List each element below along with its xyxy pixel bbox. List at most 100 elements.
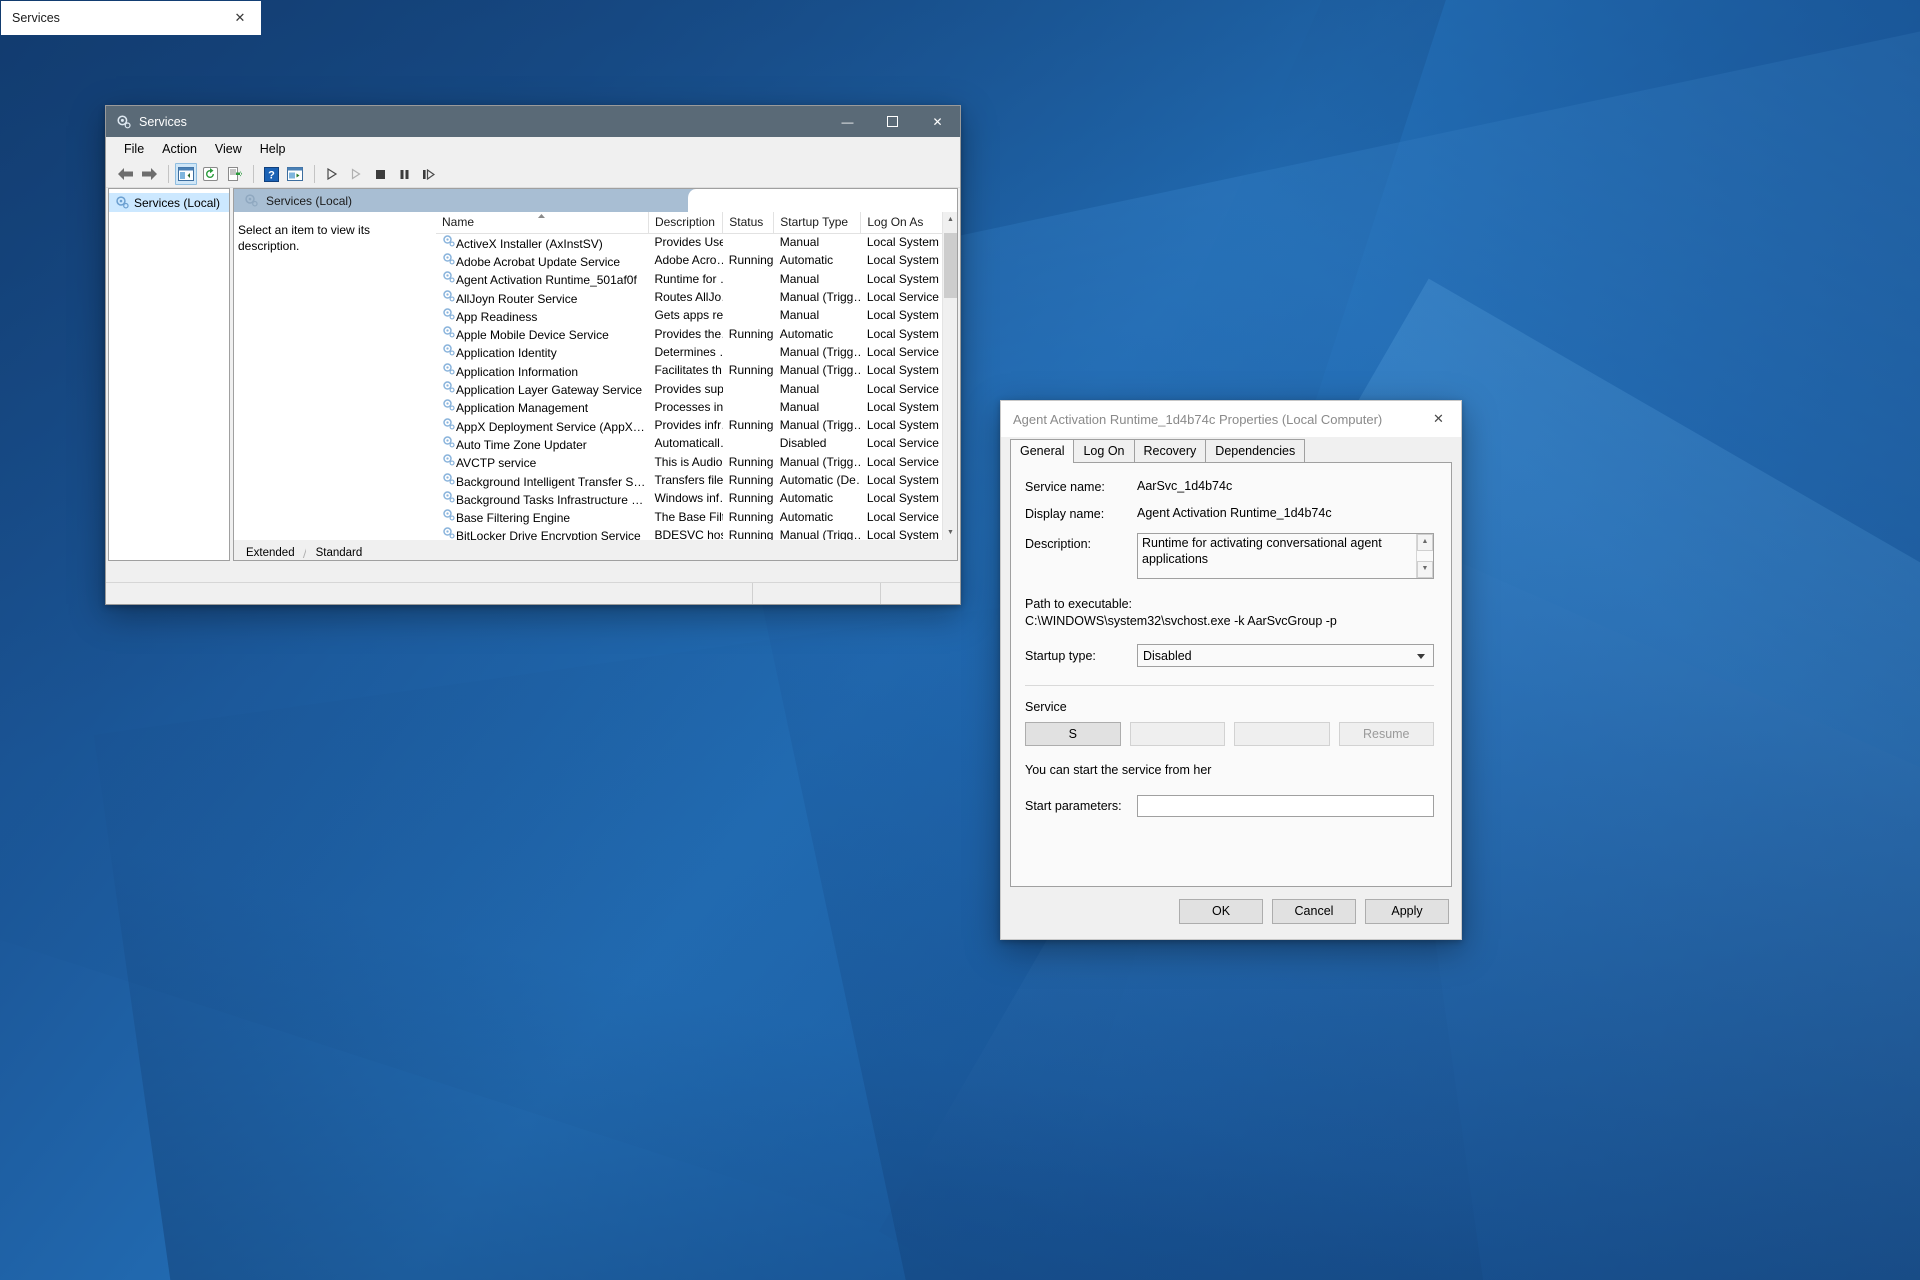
scroll-up-icon[interactable]: ▲ bbox=[943, 212, 957, 227]
column-header-status[interactable]: Status bbox=[722, 212, 775, 234]
sidebar-item-label: Services (Local) bbox=[134, 195, 221, 210]
table-row[interactable]: BitLocker Drive Encryption Service BDESVC… bbox=[436, 526, 957, 540]
start-button[interactable]: S bbox=[1025, 722, 1121, 746]
forward-arrow-icon[interactable] bbox=[138, 163, 160, 185]
table-row[interactable]: Background Intelligent Transfer S… Transf… bbox=[436, 471, 957, 489]
pause-service-icon[interactable] bbox=[393, 163, 415, 185]
scroll-down-icon[interactable]: ▼ bbox=[1417, 561, 1433, 578]
resume-service-icon[interactable] bbox=[417, 163, 439, 185]
service-gear-icon bbox=[442, 509, 456, 525]
column-header-startup-type[interactable]: Startup Type bbox=[773, 212, 862, 234]
table-row[interactable]: Auto Time Zone Updater Automaticall… Disab… bbox=[436, 434, 957, 452]
tab-extended[interactable]: Extended bbox=[236, 545, 305, 560]
cell-name: Application Layer Gateway Service bbox=[436, 379, 648, 397]
table-row[interactable]: App ReadinessGets apps re…ManualLocal Sy… bbox=[436, 306, 957, 324]
table-row[interactable]: ActiveX Installer (AxInstSV) Provides Use… bbox=[436, 233, 957, 251]
description-scrollbar[interactable]: ▲ ▼ bbox=[1416, 534, 1433, 578]
scrollbar-thumb[interactable] bbox=[944, 233, 957, 298]
table-row[interactable]: Adobe Acrobat Update Service Adobe Acro… R… bbox=[436, 251, 957, 269]
cell-startup-type: Automatic bbox=[779, 253, 834, 268]
service-name: ActiveX Installer (AxInstSV) bbox=[456, 236, 603, 251]
cell-status bbox=[723, 343, 774, 361]
apply-button[interactable]: Apply bbox=[1365, 898, 1449, 924]
service-gear-icon bbox=[442, 381, 456, 397]
menu-action[interactable]: Action bbox=[154, 139, 205, 159]
description-field[interactable]: Runtime for activating conversational ag… bbox=[1137, 533, 1434, 579]
table-row[interactable]: Application Information Facilitates th… Ru… bbox=[436, 361, 957, 379]
stop-button bbox=[1129, 722, 1225, 746]
table-row[interactable]: Base Filtering Engine The Base Filt… Runni… bbox=[436, 507, 957, 525]
table-row[interactable]: Agent Activation Runtime_501af0f Runtime … bbox=[436, 270, 957, 288]
service-gear-icon bbox=[442, 289, 456, 306]
start-parameters-input[interactable] bbox=[1137, 794, 1434, 817]
startup-type-select[interactable]: Disabled bbox=[1137, 644, 1434, 667]
table-row[interactable]: AVCTP service This is Audio… Running Manual… bbox=[436, 453, 957, 471]
tab-standard[interactable]: Standard bbox=[305, 545, 373, 560]
properties-titlebar[interactable]: Agent Activation Runtime_1d4b74c Propert… bbox=[1001, 401, 1461, 437]
services-list-scrollbar[interactable]: ▲ ▼ bbox=[942, 212, 957, 540]
scroll-up-icon[interactable]: ▲ bbox=[1417, 534, 1433, 551]
table-row[interactable]: Application Management Processes in… Manua… bbox=[436, 398, 957, 416]
ok-button[interactable]: OK bbox=[1179, 898, 1263, 924]
maximize-button[interactable] bbox=[870, 106, 915, 137]
cell-name: AVCTP service bbox=[436, 453, 648, 471]
services-titlebar[interactable]: Services — ✕ bbox=[106, 106, 960, 137]
properties-dialog-title: Agent Activation Runtime_1d4b74c Propert… bbox=[1013, 411, 1383, 427]
tab-log-on[interactable]: Log On bbox=[1073, 439, 1135, 462]
back-arrow-icon[interactable] bbox=[114, 163, 136, 185]
cell-status bbox=[723, 306, 774, 324]
cell-name: Application Information bbox=[436, 361, 648, 379]
service-gear-icon bbox=[442, 326, 456, 342]
close-icon[interactable]: ✕ bbox=[1416, 401, 1461, 437]
service-help-text: You can start the service from her bbox=[1025, 762, 1434, 779]
cell-name: ActiveX Installer (AxInstSV) bbox=[436, 233, 648, 251]
table-row[interactable]: Background Tasks Infrastructure … Windows… bbox=[436, 489, 957, 507]
tab-recovery[interactable]: Recovery bbox=[1133, 439, 1207, 462]
general-tab-panel: Service name: AarSvc_1d4b74c Display nam… bbox=[1010, 462, 1452, 887]
cell-status: Running bbox=[728, 491, 774, 506]
cell-startup-type: Manual (Trigg… bbox=[779, 418, 861, 433]
show-hide-console-tree-icon[interactable] bbox=[175, 163, 197, 185]
table-row[interactable]: Application Layer Gateway Service Provide… bbox=[436, 379, 957, 397]
properties-icon[interactable] bbox=[284, 163, 306, 185]
service-name-value: AarSvc_1d4b74c bbox=[1137, 479, 1233, 493]
cell-startup-type: Manual (Trigg… bbox=[779, 344, 861, 359]
toolbar-separator bbox=[314, 165, 315, 183]
menu-help[interactable]: Help bbox=[252, 139, 294, 159]
service-gear-icon bbox=[442, 417, 456, 434]
menu-file[interactable]: File bbox=[116, 139, 152, 159]
cell-status bbox=[723, 434, 774, 452]
column-header-description[interactable]: Description bbox=[648, 212, 724, 234]
tab-dependencies[interactable]: Dependencies bbox=[1205, 439, 1306, 462]
service-gear-icon bbox=[442, 491, 456, 507]
refresh-icon[interactable] bbox=[199, 163, 221, 185]
cell-name: Application Management bbox=[436, 398, 648, 416]
tab-general[interactable]: General bbox=[1010, 439, 1075, 463]
scroll-down-icon[interactable]: ▼ bbox=[943, 525, 957, 540]
column-header-name[interactable]: Name bbox=[436, 212, 649, 234]
minimize-button[interactable]: — bbox=[825, 106, 870, 137]
cancel-button[interactable]: Cancel bbox=[1272, 898, 1356, 924]
stop-service-icon[interactable] bbox=[369, 163, 391, 185]
table-row[interactable]: AllJoyn Router Service Routes AllJo… Manua… bbox=[436, 288, 957, 306]
table-row[interactable]: Apple Mobile Device Service Provides the…… bbox=[436, 324, 957, 342]
menu-view[interactable]: View bbox=[207, 139, 250, 159]
cell-name: Application Identity bbox=[436, 343, 648, 361]
cell-description: Provides infr… bbox=[654, 418, 722, 433]
help-icon[interactable]: ? bbox=[260, 163, 282, 185]
close-button[interactable]: ✕ bbox=[915, 106, 960, 137]
sidebar-item-services-local[interactable]: Services (Local) bbox=[109, 193, 229, 212]
cell-status: Running bbox=[728, 253, 774, 268]
start-service-icon[interactable] bbox=[321, 163, 343, 185]
pane-header: Services (Local) bbox=[234, 189, 957, 212]
cell-description: Provides sup… bbox=[654, 381, 723, 396]
service-gear-icon bbox=[442, 436, 456, 452]
export-list-icon[interactable] bbox=[223, 163, 245, 185]
table-row[interactable]: Application Identity Determines … Manual (… bbox=[436, 343, 957, 361]
message-box-titlebar[interactable]: Services ✕ bbox=[1, 1, 261, 35]
restart-service-icon[interactable] bbox=[345, 163, 367, 185]
cell-description: Processes in… bbox=[654, 399, 723, 414]
desktop-background: Services — ✕ File Action View Help ? Ser… bbox=[0, 0, 1920, 1280]
table-row[interactable]: AppX Deployment Service (AppX… Provides i… bbox=[436, 416, 957, 434]
close-icon[interactable]: ✕ bbox=[219, 1, 261, 35]
